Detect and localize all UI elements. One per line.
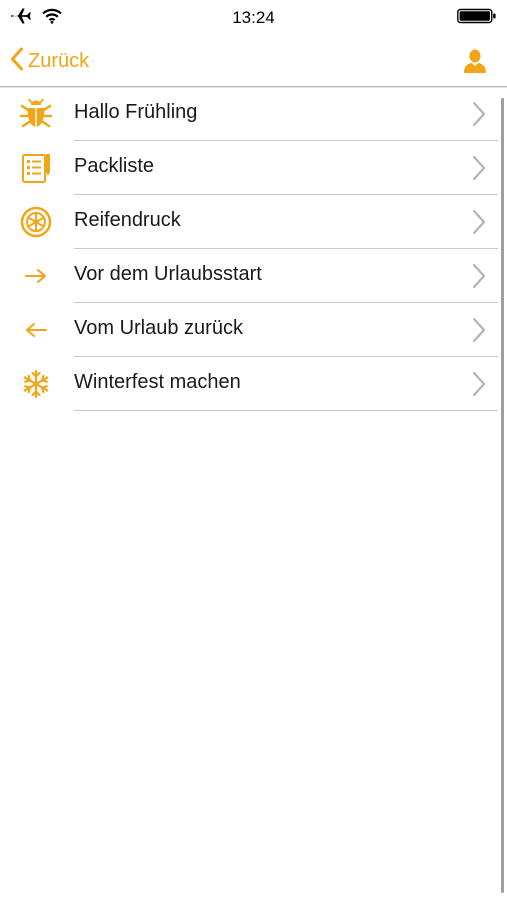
status-time: 13:24 bbox=[232, 8, 275, 27]
list-item-vom-urlaub-zurueck[interactable]: Vom Urlaub zurück bbox=[0, 303, 498, 357]
list-item-label: Vom Urlaub zurück bbox=[74, 317, 243, 339]
profile-button[interactable] bbox=[461, 48, 489, 74]
person-icon bbox=[461, 49, 489, 78]
menu-list: Hallo Frühling Packliste Reifendruck Vor… bbox=[0, 87, 498, 411]
chevron-right-icon bbox=[472, 371, 486, 397]
list-item-reifendruck[interactable]: Reifendruck bbox=[0, 195, 498, 249]
screen: 13:24 Zurück Hallo Frühling Packliste Re… bbox=[0, 0, 507, 900]
list-item-packliste[interactable]: Packliste bbox=[0, 141, 498, 195]
chevron-right-icon bbox=[472, 263, 486, 289]
list-item-hallo-fruehling[interactable]: Hallo Frühling bbox=[0, 87, 498, 141]
chevron-right-icon bbox=[472, 209, 486, 235]
list-item-label: Vor dem Urlaubsstart bbox=[74, 263, 262, 285]
list-item-label: Winterfest machen bbox=[74, 371, 241, 393]
back-label: Zurück bbox=[28, 49, 90, 72]
chevron-right-icon bbox=[472, 101, 486, 127]
arrow-right-icon bbox=[18, 259, 54, 293]
list-item-label: Reifendruck bbox=[74, 209, 181, 231]
list-item-winterfest-machen[interactable]: Winterfest machen bbox=[0, 357, 498, 411]
chevron-left-icon bbox=[10, 47, 24, 76]
arrow-left-icon bbox=[18, 313, 54, 347]
status-bar: 13:24 bbox=[0, 0, 507, 36]
divider bbox=[74, 410, 498, 411]
list-item-label: Hallo Frühling bbox=[74, 101, 198, 123]
snowflake-icon bbox=[18, 367, 54, 401]
nav-bar: Zurück bbox=[0, 36, 507, 87]
bug-icon bbox=[18, 97, 54, 131]
list-item-vor-dem-urlaubsstart[interactable]: Vor dem Urlaubsstart bbox=[0, 249, 498, 303]
checklist-icon bbox=[18, 151, 54, 185]
back-button[interactable]: Zurück bbox=[10, 36, 89, 86]
chevron-right-icon bbox=[472, 155, 486, 181]
tire-icon bbox=[18, 205, 54, 239]
scrollbar[interactable] bbox=[501, 98, 504, 893]
list-item-label: Packliste bbox=[74, 155, 155, 177]
chevron-right-icon bbox=[472, 317, 486, 343]
